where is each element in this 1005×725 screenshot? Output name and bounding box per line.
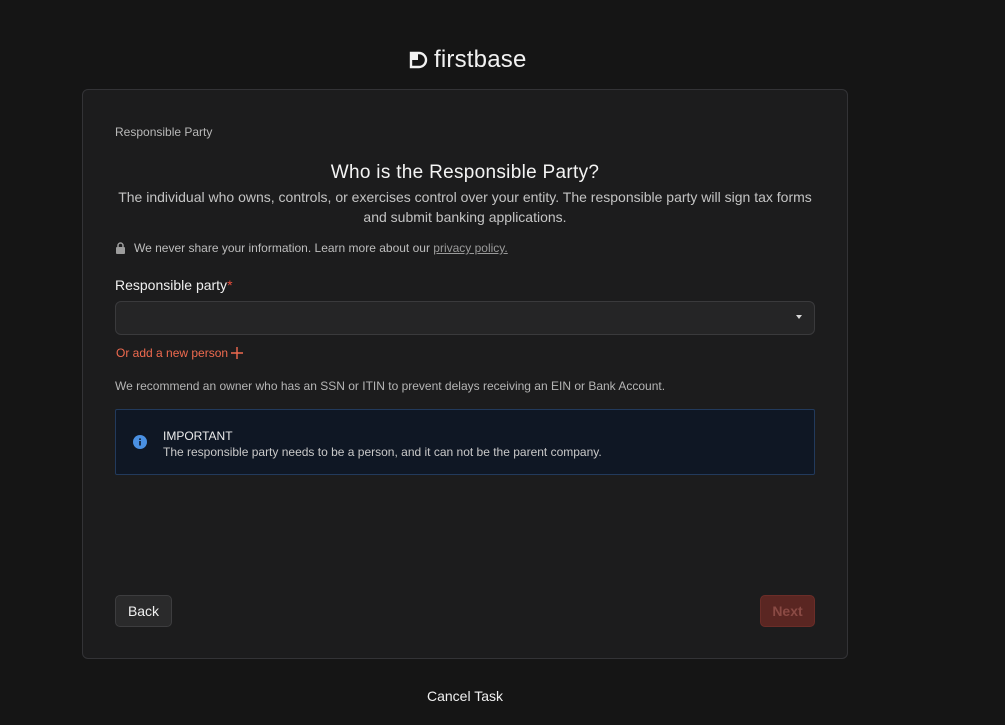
privacy-note: We never share your information. Learn m… xyxy=(115,241,508,255)
privacy-text: We never share your information. Learn m… xyxy=(134,241,434,255)
lock-icon xyxy=(116,242,125,254)
required-mark: * xyxy=(227,277,233,293)
page-title: Who is the Responsible Party? xyxy=(330,162,600,183)
responsible-party-label: Responsible party* xyxy=(115,277,233,293)
recommendation-text: We recommend an owner who has an SSN or … xyxy=(115,379,666,393)
important-notice: IMPORTANT The responsible party needs to… xyxy=(115,409,815,475)
info-icon xyxy=(133,435,147,449)
cancel-task-link[interactable]: Cancel Task xyxy=(0,688,930,704)
privacy-policy-link[interactable]: privacy policy. xyxy=(433,241,507,255)
notice-body: The responsible party needs to be a pers… xyxy=(163,445,602,459)
responsible-party-select[interactable] xyxy=(115,301,815,335)
plus-icon xyxy=(231,347,244,359)
add-new-person-link[interactable]: Or add a new person xyxy=(116,346,244,360)
responsible-party-card: Responsible Party Who is the Responsible… xyxy=(82,89,848,659)
next-button[interactable]: Next xyxy=(760,595,815,627)
page-subtitle: The individual who owns, controls, or ex… xyxy=(118,189,812,225)
brand-name: firstbase xyxy=(434,46,527,73)
add-person-label: Or add a new person xyxy=(116,346,229,360)
step-label: Responsible Party xyxy=(115,125,213,139)
chevron-down-icon xyxy=(796,315,802,319)
notice-title: IMPORTANT xyxy=(163,429,233,443)
brand-logo: firstbase xyxy=(408,46,527,74)
firstbase-logo-icon xyxy=(409,51,428,69)
back-button[interactable]: Back xyxy=(115,595,172,627)
